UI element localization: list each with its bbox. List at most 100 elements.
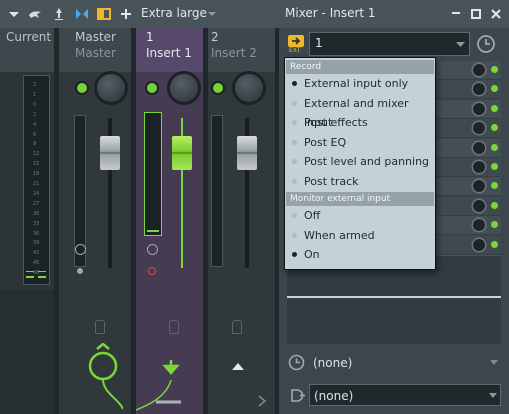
- radio-indicator: [292, 178, 297, 184]
- meter-scale-label: 30: [33, 210, 40, 217]
- latency-clock-icon[interactable]: [476, 34, 496, 54]
- level-meter: [144, 112, 162, 236]
- mixer-strip-current[interactable]: Current 2 1 0 2 4 6 9 12 15 18 21 24 27 30 33 36 39 42 45 4…: [0, 28, 54, 414]
- input-select[interactable]: 1: [309, 32, 470, 56]
- ext-input-button[interactable]: EXT: [287, 33, 305, 55]
- volume-fader[interactable]: [100, 136, 120, 170]
- enable-led[interactable]: [77, 83, 87, 93]
- menu-item-label: On: [304, 248, 320, 261]
- strip-header: Current: [0, 28, 54, 72]
- menu-item[interactable]: Post track: [286, 172, 434, 191]
- slot-mix-knob[interactable]: [473, 64, 485, 76]
- slot-mix-knob[interactable]: [473, 83, 485, 96]
- strip-header: 1 Insert 1: [136, 28, 203, 72]
- slot-mix-knob[interactable]: [473, 180, 485, 193]
- effect-slot-row[interactable]: [434, 138, 501, 158]
- record-path-value: (none): [313, 356, 353, 370]
- slot-mix-knob[interactable]: [473, 238, 485, 251]
- radio-indicator: [292, 232, 297, 238]
- meter-scale-label: 39: [33, 240, 40, 247]
- add-icon[interactable]: [118, 6, 134, 22]
- output-select[interactable]: (none): [309, 384, 501, 406]
- pan-knob[interactable]: [235, 74, 263, 102]
- menu-arrow-icon[interactable]: [6, 6, 22, 22]
- bird-icon[interactable]: [27, 6, 43, 22]
- menu-item[interactable]: When armed: [286, 226, 434, 245]
- minimize-icon[interactable]: [448, 6, 464, 22]
- close-icon[interactable]: [488, 6, 504, 22]
- menu-item[interactable]: Post level and panning: [286, 152, 434, 171]
- menu-item-label: When armed: [304, 228, 375, 242]
- pin-icon[interactable]: [51, 6, 67, 22]
- mixer-strip-insert-1[interactable]: 1 Insert 1: [136, 28, 203, 414]
- strip-label: Master: [75, 46, 116, 60]
- slot-enable-led[interactable]: [491, 240, 498, 248]
- effect-slot-row[interactable]: [434, 80, 501, 100]
- effect-slot-row[interactable]: [434, 61, 501, 80]
- slot-mix-knob[interactable]: [473, 219, 485, 232]
- strip-divider: [275, 28, 279, 414]
- slot-enable-led[interactable]: [491, 66, 498, 73]
- clock-icon[interactable]: [75, 244, 86, 255]
- record-path-select[interactable]: (none): [309, 352, 501, 374]
- record-arm-dot[interactable]: [77, 268, 83, 274]
- enable-led[interactable]: [213, 83, 223, 93]
- slot-mix-knob[interactable]: [473, 122, 485, 135]
- menu-item[interactable]: Post EQ: [286, 133, 434, 152]
- volume-fader[interactable]: [172, 136, 192, 170]
- mixer-strip-master[interactable]: Master Master: [59, 28, 131, 414]
- slot-mix-knob[interactable]: [473, 141, 485, 154]
- chevron-down-icon[interactable]: [204, 6, 220, 22]
- pan-knob[interactable]: [170, 74, 198, 102]
- meter-scale-label: 2: [33, 82, 37, 88]
- mirror-layout-icon[interactable]: [74, 6, 90, 22]
- slot-mix-knob[interactable]: [473, 161, 485, 173]
- chevron-down-icon: [490, 360, 498, 365]
- preset-size-label[interactable]: Extra large: [141, 6, 207, 20]
- menu-item[interactable]: External input only: [286, 74, 434, 93]
- layout-panel-icon[interactable]: [96, 6, 112, 22]
- slot-enable-led[interactable]: [491, 201, 498, 209]
- slot-enable-led[interactable]: [491, 104, 498, 112]
- ext-input-icon: [288, 35, 304, 47]
- menu-item-label: External input only: [304, 77, 409, 90]
- slot-enable-led[interactable]: [491, 85, 498, 93]
- strip-header: 2 Insert 2: [208, 28, 275, 72]
- slot-enable-led[interactable]: [491, 182, 498, 190]
- chevron-down-icon: [489, 393, 497, 398]
- output-route-icon: [291, 389, 305, 402]
- radio-indicator: [292, 159, 297, 164]
- title-bar: Extra large Mixer - Insert 1: [0, 0, 509, 28]
- menu-item[interactable]: External and mixer input: [286, 94, 434, 129]
- input-options-menu: Record External input only External and m…: [284, 57, 436, 270]
- effect-slot-row[interactable]: [434, 177, 501, 197]
- pan-knob[interactable]: [97, 74, 125, 102]
- menu-item[interactable]: On: [286, 245, 434, 264]
- maximize-icon[interactable]: [468, 6, 484, 22]
- effect-slot-row[interactable]: [434, 99, 501, 119]
- scroll-right-icon[interactable]: [256, 394, 268, 408]
- strip-number: 1: [146, 30, 154, 44]
- menu-item[interactable]: Post effects: [286, 113, 434, 132]
- route-up-icon[interactable]: [231, 361, 245, 371]
- volume-fader[interactable]: [237, 136, 257, 170]
- clock-icon[interactable]: [147, 244, 158, 255]
- menu-item[interactable]: Off: [286, 206, 434, 225]
- slot-enable-led[interactable]: [491, 163, 498, 170]
- effect-slot-row[interactable]: [434, 158, 501, 177]
- slot-enable-led[interactable]: [491, 143, 498, 151]
- route-arrow-icon[interactable]: [161, 358, 181, 378]
- enable-led[interactable]: [147, 83, 157, 93]
- mixer-strip-insert-2[interactable]: 2 Insert 2: [208, 28, 275, 414]
- slot-mix-knob[interactable]: [473, 199, 485, 212]
- radio-indicator: [292, 120, 297, 125]
- slot-enable-led[interactable]: [491, 124, 498, 132]
- record-arm-dot[interactable]: [148, 267, 156, 275]
- effect-slot-row[interactable]: [434, 119, 501, 139]
- slot-enable-led[interactable]: [491, 221, 498, 229]
- effect-slot-row[interactable]: [434, 235, 501, 255]
- meter-scale-label: 33: [33, 220, 40, 227]
- effect-slot-row[interactable]: [434, 196, 501, 216]
- effect-slot-row[interactable]: [434, 216, 501, 236]
- slot-mix-knob[interactable]: [473, 102, 485, 115]
